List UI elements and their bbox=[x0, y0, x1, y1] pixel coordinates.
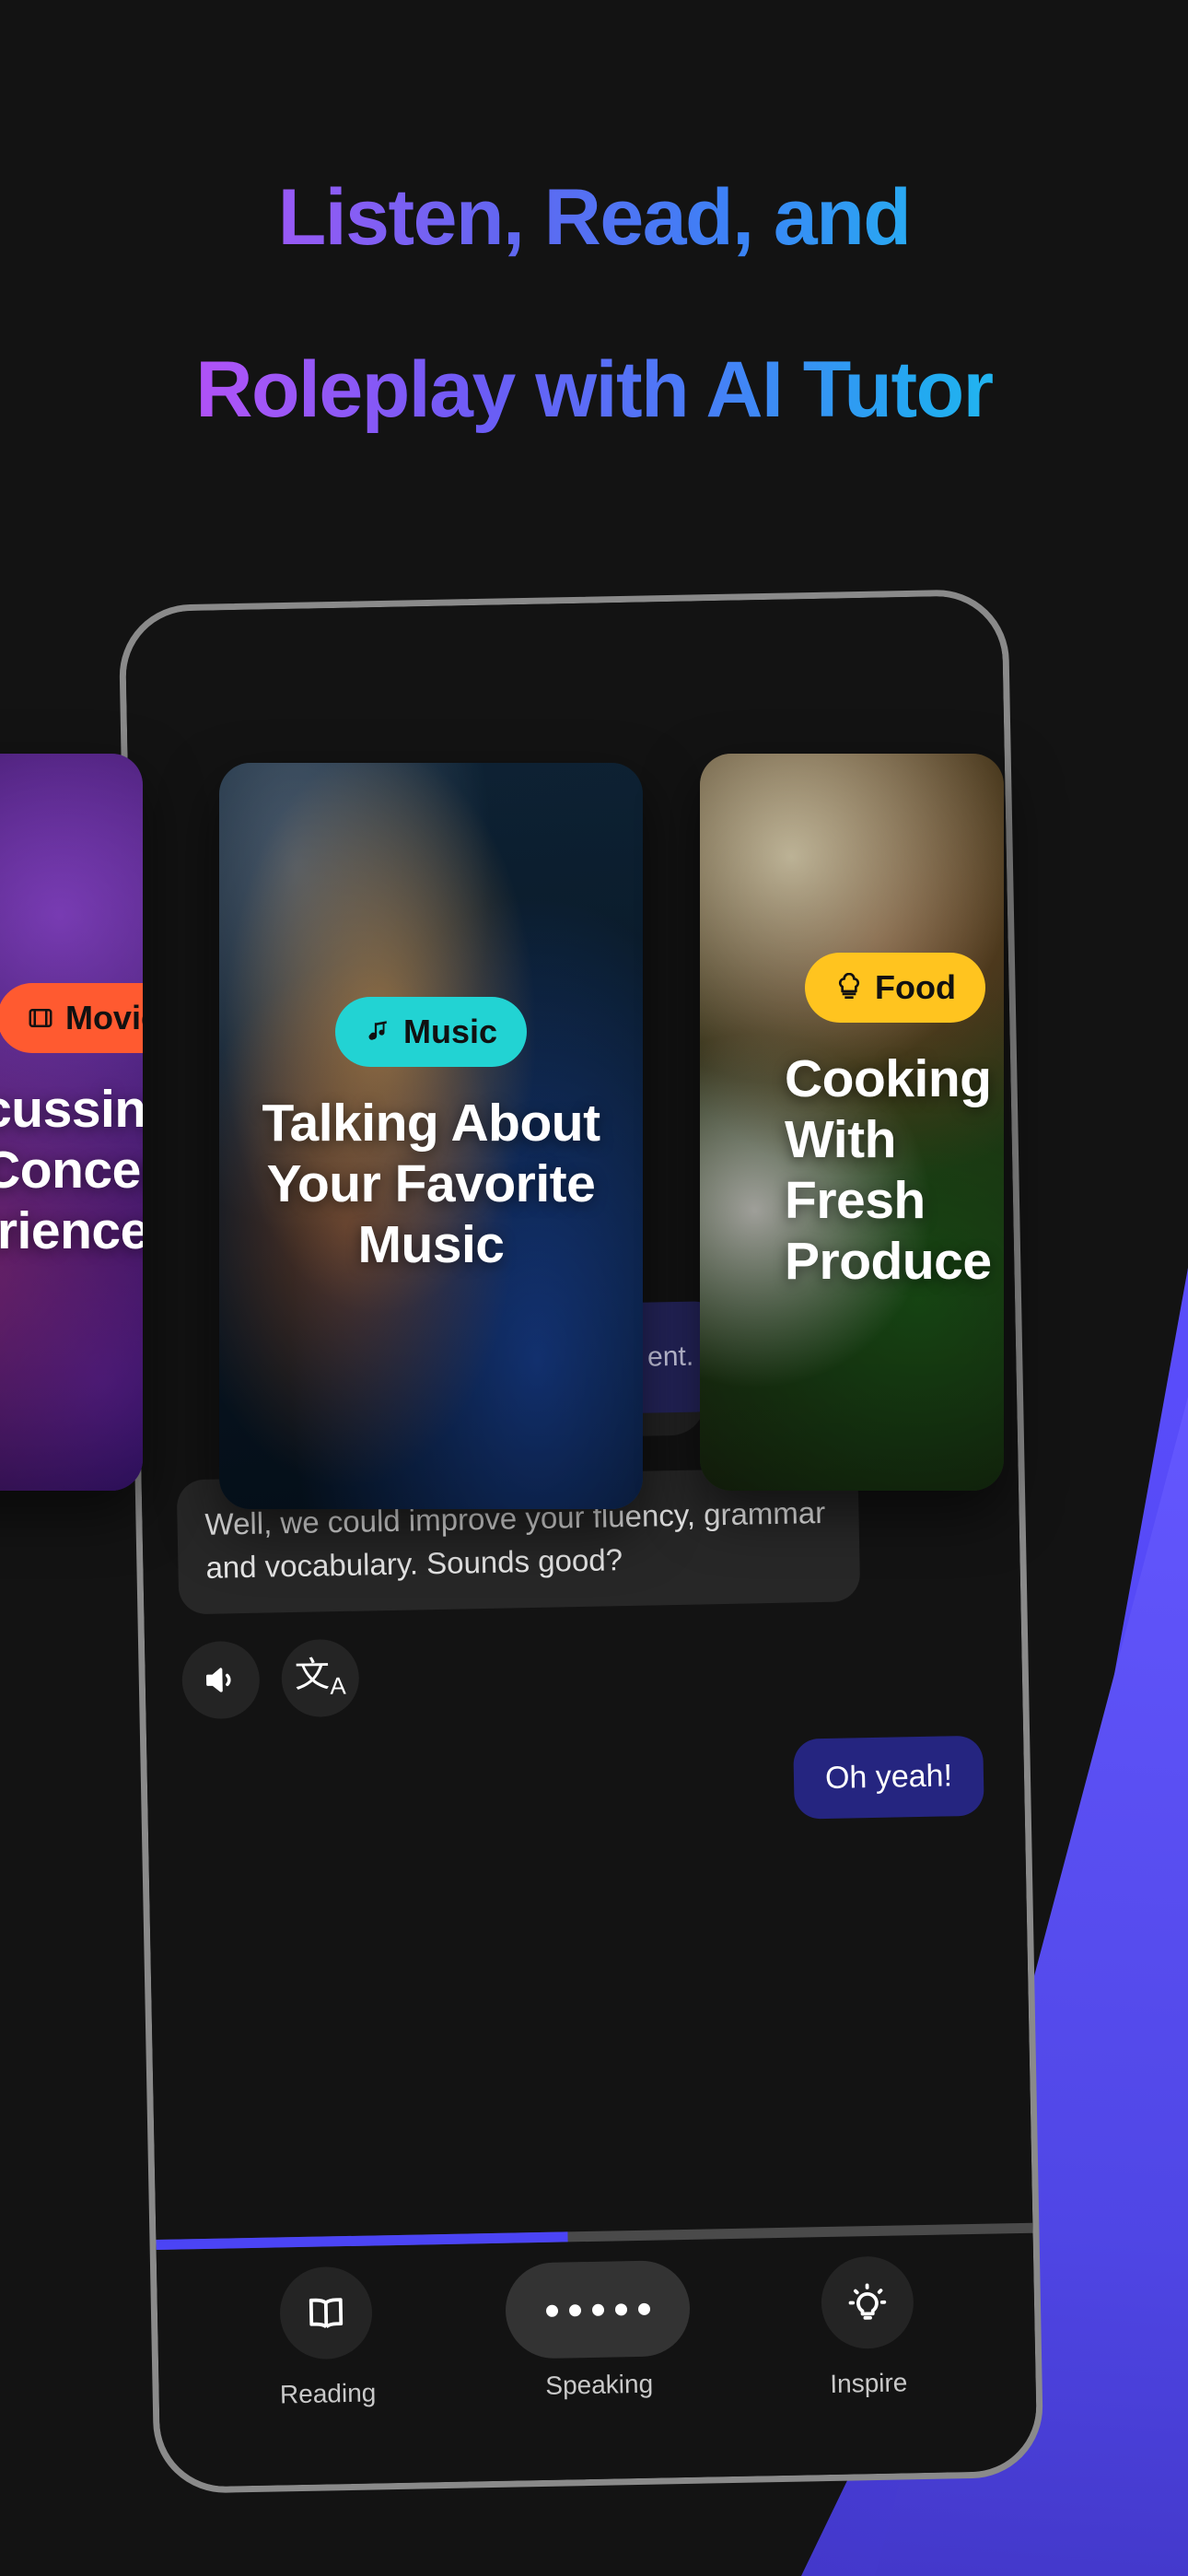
card-title-left: Discussing Concert Experiences bbox=[0, 1079, 143, 1261]
translate-button[interactable]: 文A bbox=[280, 1638, 360, 1717]
film-icon bbox=[27, 1004, 54, 1032]
user-message-row: Oh yeah! bbox=[180, 1735, 992, 1831]
category-badge-music-label: Music bbox=[402, 1012, 498, 1050]
headline-line-1: Listen, Read, and bbox=[0, 174, 1188, 262]
tab-speaking-label: Speaking bbox=[545, 2369, 654, 2400]
lightbulb-icon-wrapper bbox=[820, 2255, 914, 2350]
category-badge-music: Music bbox=[334, 996, 528, 1067]
tab-reading[interactable]: Reading bbox=[277, 2247, 377, 2409]
dot-1 bbox=[545, 2304, 558, 2317]
tab-inspire-label: Inspire bbox=[829, 2368, 908, 2398]
card-title-right: Cooking With Fresh Produce bbox=[785, 1048, 992, 1292]
topic-card-left[interactable]: Movies Discussing Concert Experiences bbox=[0, 754, 143, 1491]
chef-hat-icon bbox=[834, 972, 864, 1002]
category-badge-movies: Movies bbox=[0, 982, 143, 1053]
speaker-button[interactable] bbox=[181, 1640, 261, 1720]
tab-speaking[interactable]: Speaking bbox=[505, 2242, 692, 2402]
dot-4 bbox=[614, 2302, 627, 2315]
lightbulb-icon bbox=[844, 2280, 890, 2325]
page-title: Listen, Read, and Roleplay with AI Tutor bbox=[0, 88, 1188, 521]
topic-card-carousel[interactable]: Movies Discussing Concert Experiences Mu… bbox=[0, 754, 1188, 1518]
tab-reading-label: Reading bbox=[279, 2378, 377, 2409]
category-badge-food-label: Food bbox=[875, 967, 956, 1006]
speaker-icon bbox=[201, 1660, 240, 1700]
music-note-icon bbox=[365, 1018, 392, 1046]
book-icon bbox=[304, 2290, 349, 2336]
dot-2 bbox=[568, 2303, 581, 2316]
category-badge-food: Food bbox=[805, 952, 985, 1023]
dot-5 bbox=[637, 2302, 650, 2315]
user-message-bubble: Oh yeah! bbox=[793, 1735, 984, 1820]
dot-3 bbox=[591, 2303, 604, 2316]
bottom-tab-bar: Reading Speaking Inspire bbox=[157, 2235, 1038, 2478]
message-action-row: 文A bbox=[181, 1626, 989, 1720]
topic-card-right[interactable]: Food Cooking With Fresh Produce bbox=[700, 754, 1004, 1491]
dots-icon bbox=[505, 2259, 692, 2359]
card-title-center: Talking About Your Favorite Music bbox=[262, 1093, 600, 1275]
book-icon-wrapper bbox=[279, 2266, 374, 2360]
category-badge-movies-label: Movies bbox=[64, 998, 143, 1036]
topic-card-center[interactable]: Music Talking About Your Favorite Music bbox=[219, 763, 643, 1509]
translate-icon: 文A bbox=[294, 1656, 346, 1700]
headline-line-2: Roleplay with AI Tutor bbox=[0, 346, 1188, 434]
tab-inspire[interactable]: Inspire bbox=[820, 2237, 914, 2399]
